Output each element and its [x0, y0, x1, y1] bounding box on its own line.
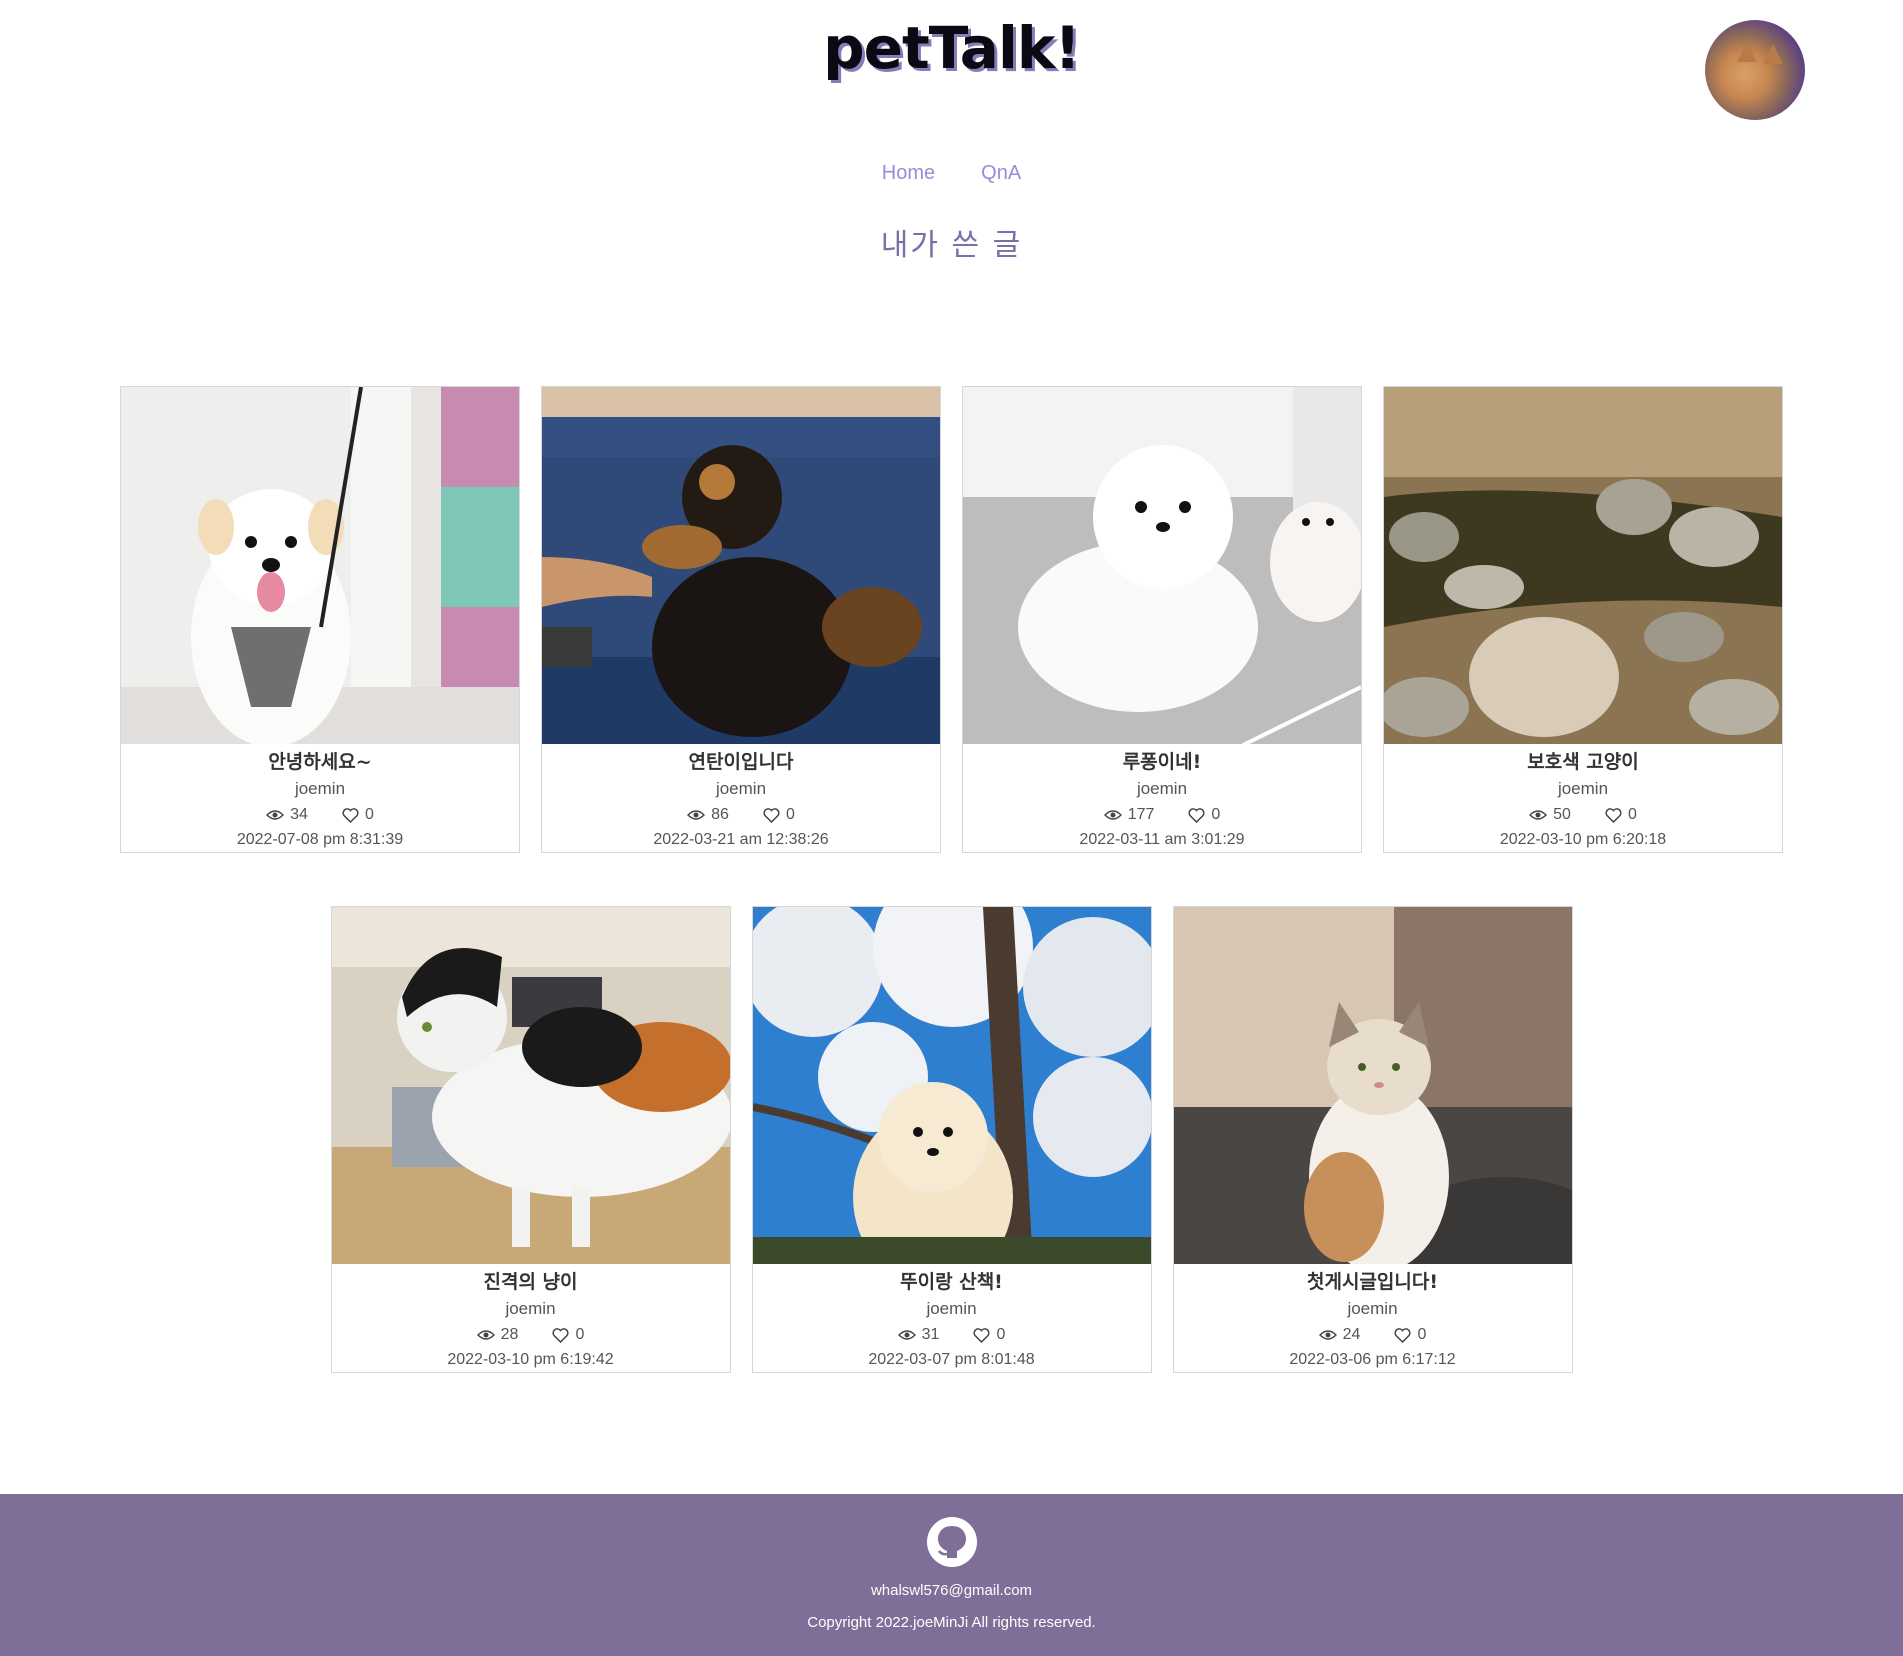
heart-icon — [552, 1327, 570, 1343]
page-title: 내가 쓴 글 — [880, 228, 1023, 263]
eye-icon — [1318, 1330, 1337, 1340]
view-count: 50 — [1529, 802, 1571, 828]
github-icon[interactable] — [926, 1516, 978, 1568]
post-date: 2022-03-07 pm 8:01:48 — [868, 1351, 1035, 1368]
footer: whalswl576@gmail.com Copyright 2022.joeM… — [0, 1494, 1903, 1656]
eye-icon — [1529, 810, 1548, 820]
post-card[interactable]: 연탄이입니다 joemin 86 0 2022-03-21 am 12:38:2… — [541, 386, 941, 853]
post-card[interactable]: 진격의 냥이 joemin 28 0 2022-03-10 pm 6:19:42 — [330, 906, 731, 1373]
post-date: 2022-03-06 pm 6:17:12 — [1289, 1351, 1456, 1368]
post-date: 2022-07-08 pm 8:31:39 — [236, 831, 404, 848]
footer-email[interactable]: whalswl576@gmail.com — [0, 1582, 1903, 1599]
footer-copyright: Copyright 2022.joeMinJi All rights reser… — [807, 1614, 1096, 1631]
post-author: joemin — [294, 779, 346, 798]
post-author: joemin — [715, 779, 767, 798]
header: petTalk! — [0, 0, 1903, 130]
post-thumbnail[interactable] — [752, 907, 1151, 1264]
post-thumbnail[interactable] — [1384, 387, 1782, 744]
post-thumbnail[interactable] — [121, 387, 519, 744]
nav-qna-link[interactable]: QnA — [981, 162, 1021, 202]
heart-icon — [1394, 1327, 1412, 1343]
post-card[interactable]: 첫게시글입니다! joemin 24 0 2022-03-06 pm 6:17:… — [1172, 906, 1573, 1373]
post-title[interactable]: 뚜이랑 산책! — [753, 1268, 1151, 1296]
eye-icon — [897, 1330, 916, 1340]
post-date: 2022-03-10 pm 6:19:42 — [447, 1351, 614, 1368]
post-date: 2022-03-21 am 12:38:26 — [653, 831, 829, 848]
like-count[interactable]: 0 — [1605, 802, 1637, 828]
post-row: 진격의 냥이 joemin 28 0 2022-03-10 pm 6:19:42 — [0, 906, 1903, 1373]
post-card[interactable]: 루퐁이네! joemin 177 0 2022-03-11 am 3:01:29 — [962, 386, 1362, 853]
eye-icon — [687, 810, 706, 820]
post-title[interactable]: 진격의 냥이 — [332, 1268, 730, 1296]
post-card[interactable]: 뚜이랑 산책! joemin 31 0 2022-03-07 pm 8:01:4… — [751, 906, 1152, 1373]
like-count[interactable]: 0 — [1188, 802, 1220, 828]
main-nav: Home QnA — [0, 162, 1903, 202]
view-count: 28 — [476, 1322, 518, 1348]
profile-avatar[interactable] — [1705, 20, 1805, 120]
post-card[interactable]: 보호색 고양이 joemin 50 0 2022-03-10 pm 6:20:1… — [1383, 386, 1783, 853]
post-date: 2022-03-11 am 3:01:29 — [1079, 831, 1245, 848]
post-author: joemin — [1347, 1299, 1398, 1318]
post-card[interactable]: 안녕하세요~ joemin 34 0 2022-07-08 pm 8:31:39 — [120, 386, 520, 853]
view-count: 177 — [1103, 802, 1154, 828]
post-title[interactable]: 루퐁이네! — [963, 748, 1361, 776]
post-author: joemin — [1557, 779, 1609, 798]
post-thumbnail[interactable] — [963, 387, 1361, 744]
heart-icon — [973, 1327, 991, 1343]
post-title[interactable]: 첫게시글입니다! — [1174, 1268, 1572, 1296]
site-logo[interactable]: petTalk! — [0, 14, 1903, 82]
post-title[interactable]: 안녕하세요~ — [121, 748, 519, 776]
like-count[interactable]: 0 — [342, 802, 374, 828]
post-author: joemin — [1136, 779, 1188, 798]
view-count: 34 — [266, 802, 308, 828]
like-count[interactable]: 0 — [973, 1322, 1005, 1348]
like-count[interactable]: 0 — [763, 802, 795, 828]
post-title[interactable]: 보호색 고양이 — [1384, 748, 1782, 776]
nav-home-link[interactable]: Home — [882, 162, 935, 202]
eye-icon — [476, 1330, 495, 1340]
eye-icon — [1103, 810, 1122, 820]
view-count: 31 — [897, 1322, 939, 1348]
post-thumbnail[interactable] — [542, 387, 940, 744]
post-author: joemin — [505, 1299, 556, 1318]
post-date: 2022-03-10 pm 6:20:18 — [1499, 831, 1667, 848]
post-thumbnail[interactable] — [331, 907, 730, 1264]
post-author: joemin — [926, 1299, 977, 1318]
post-title[interactable]: 연탄이입니다 — [542, 748, 940, 776]
like-count[interactable]: 0 — [552, 1322, 584, 1348]
post-row: 안녕하세요~ joemin 34 0 2022-07-08 pm 8:31:39 — [0, 386, 1903, 853]
eye-icon — [266, 810, 285, 820]
heart-icon — [1605, 807, 1622, 823]
heart-icon — [1188, 807, 1205, 823]
heart-icon — [342, 807, 359, 823]
view-count: 24 — [1318, 1322, 1360, 1348]
like-count[interactable]: 0 — [1394, 1322, 1426, 1348]
post-thumbnail[interactable] — [1173, 907, 1572, 1264]
view-count: 86 — [687, 802, 729, 828]
heart-icon — [763, 807, 780, 823]
